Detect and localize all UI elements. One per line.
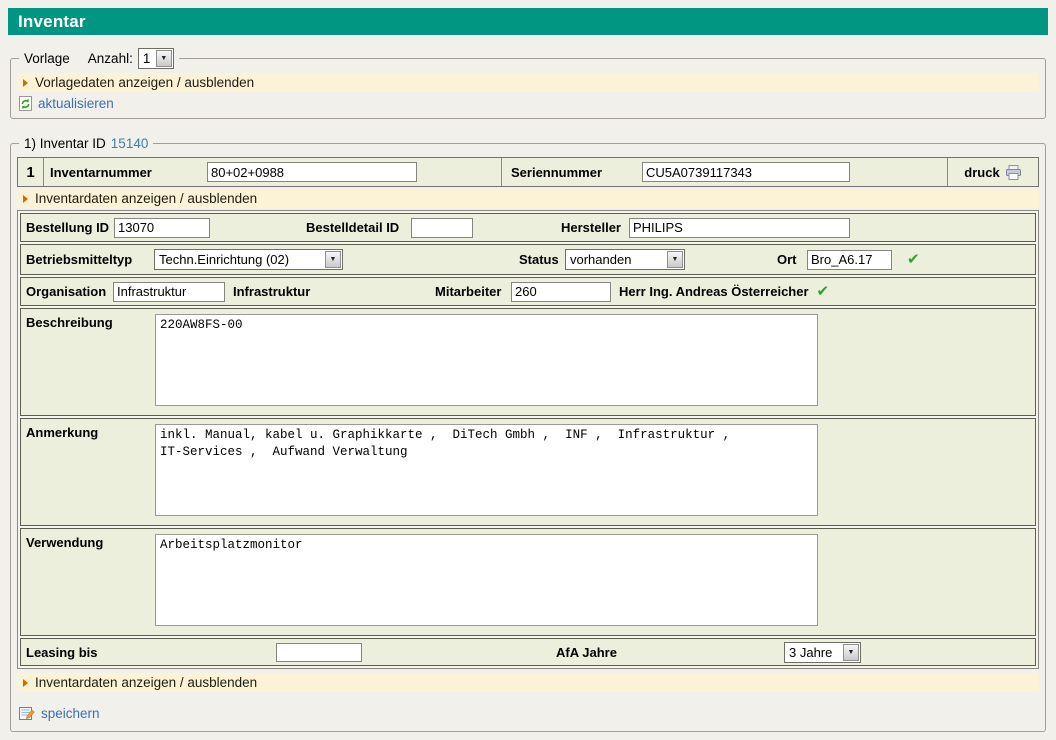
- check-icon: ✔: [907, 252, 920, 267]
- vorlage-legend-label: Vorlage: [24, 51, 70, 66]
- vorlagedaten-toggle-label: Vorlagedaten anzeigen / ausblenden: [35, 75, 254, 90]
- inventar-detail-box: Bestellung ID Bestelldetail ID Herstelle…: [17, 210, 1039, 669]
- verwendung-textarea[interactable]: Arbeitsplatzmonitor: [155, 534, 818, 626]
- inventar-legend: 1) Inventar ID 15140: [19, 136, 153, 151]
- druck-label: druck: [964, 165, 999, 180]
- inventarnummer-input[interactable]: [207, 162, 417, 182]
- inventardaten-toggle-top[interactable]: Inventardaten anzeigen / ausblenden: [17, 189, 1039, 208]
- save-icon: [19, 706, 35, 721]
- vorlagedaten-toggle[interactable]: Vorlagedaten anzeigen / ausblenden: [17, 73, 1039, 92]
- bestelldetail-id-input[interactable]: [411, 218, 473, 238]
- leasing-row: Leasing bis AfA Jahre 3 Jahre ▼: [20, 638, 1036, 666]
- refresh-icon: [19, 96, 32, 111]
- organisation-input[interactable]: [113, 282, 225, 302]
- inventar-legend-label: 1) Inventar ID: [24, 136, 106, 151]
- betriebsmitteltyp-label: Betriebsmitteltyp: [26, 252, 154, 267]
- inventardaten-toggle-bottom-label: Inventardaten anzeigen / ausblenden: [35, 675, 257, 690]
- organisation-name: Infrastruktur: [233, 284, 435, 299]
- arrow-right-icon: [23, 679, 28, 687]
- ort-label: Ort: [777, 252, 807, 267]
- anmerkung-textarea[interactable]: inkl. Manual, kabel u. Graphikkarte , Di…: [155, 424, 818, 516]
- inventar-header-row: 1 Inventarnummer Seriennummer druck: [17, 157, 1039, 187]
- beschreibung-label: Beschreibung: [26, 314, 155, 330]
- beschreibung-row: Beschreibung 220AW8FS-00: [20, 308, 1036, 416]
- row-index: 1: [18, 158, 44, 186]
- inventar-id-value: 15140: [111, 136, 149, 151]
- speichern-link[interactable]: speichern: [41, 706, 100, 721]
- chevron-down-icon: ▼: [325, 251, 341, 268]
- printer-icon: [1005, 165, 1022, 180]
- page-title: Inventar: [18, 12, 86, 31]
- verwendung-label: Verwendung: [26, 534, 155, 550]
- chevron-down-icon: ▼: [843, 644, 859, 661]
- organisation-label: Organisation: [26, 284, 113, 299]
- betriebsmitteltyp-select[interactable]: Techn.Einrichtung (02) ▼: [154, 249, 343, 270]
- aktualisieren-link[interactable]: aktualisieren: [38, 96, 114, 111]
- bestelldetail-id-label: Bestelldetail ID: [306, 220, 411, 235]
- chevron-down-icon: ▼: [156, 50, 172, 67]
- afa-jahre-label: AfA Jahre: [556, 645, 618, 660]
- anzahl-label: Anzahl:: [88, 51, 133, 66]
- anmerkung-row: Anmerkung inkl. Manual, kabel u. Graphik…: [20, 418, 1036, 526]
- seriennummer-label: Seriennummer: [511, 165, 642, 180]
- seriennummer-input[interactable]: [642, 162, 850, 182]
- mitarbeiter-name: Herr Ing. Andreas Österreicher: [619, 284, 809, 299]
- inventardaten-toggle-top-label: Inventardaten anzeigen / ausblenden: [35, 191, 257, 206]
- app-title-bar: Inventar: [8, 8, 1048, 35]
- bestellung-id-input[interactable]: [114, 218, 210, 238]
- anmerkung-label: Anmerkung: [26, 424, 155, 440]
- anzahl-select-value: 1: [143, 51, 155, 66]
- hersteller-label: Hersteller: [561, 220, 625, 235]
- inventar-fieldset: 1) Inventar ID 15140 1 Inventarnummer Ser…: [10, 136, 1046, 732]
- afa-jahre-select-value: 3 Jahre: [789, 645, 842, 660]
- ort-input[interactable]: [807, 250, 892, 270]
- status-label: Status: [519, 252, 565, 267]
- beschreibung-textarea[interactable]: 220AW8FS-00: [155, 314, 818, 406]
- betriebsmitteltyp-select-value: Techn.Einrichtung (02): [159, 252, 324, 267]
- inventardaten-toggle-bottom[interactable]: Inventardaten anzeigen / ausblenden: [17, 673, 1039, 692]
- leasing-bis-label: Leasing bis: [26, 645, 110, 660]
- arrow-right-icon: [23, 195, 28, 203]
- vorlage-fieldset: Vorlage Anzahl: 1 ▼ Vorlagedaten anzeige…: [10, 48, 1046, 119]
- page: Inventar Vorlage Anzahl: 1 ▼ Vorlagedate…: [0, 0, 1056, 740]
- check-icon: ✔: [817, 284, 830, 299]
- druck-button[interactable]: druck: [948, 158, 1038, 186]
- arrow-right-icon: [23, 79, 28, 87]
- mitarbeiter-label: Mitarbeiter: [435, 284, 511, 299]
- betriebsmitteltyp-row: Betriebsmitteltyp Techn.Einrichtung (02)…: [20, 244, 1036, 275]
- anzahl-select[interactable]: 1 ▼: [138, 48, 174, 69]
- inventarnummer-label: Inventarnummer: [50, 165, 207, 180]
- hersteller-input[interactable]: [629, 218, 850, 238]
- status-select-value: vorhanden: [570, 252, 666, 267]
- bestellung-row: Bestellung ID Bestelldetail ID Herstelle…: [20, 213, 1036, 242]
- bestellung-id-label: Bestellung ID: [26, 220, 114, 235]
- afa-jahre-select[interactable]: 3 Jahre ▼: [784, 642, 861, 663]
- vorlage-legend: Vorlage Anzahl: 1 ▼: [19, 48, 179, 69]
- mitarbeiter-input[interactable]: [511, 282, 611, 302]
- status-select[interactable]: vorhanden ▼: [565, 249, 685, 270]
- chevron-down-icon: ▼: [667, 251, 683, 268]
- leasing-bis-input[interactable]: [276, 643, 362, 662]
- organisation-row: Organisation Infrastruktur Mitarbeiter H…: [20, 277, 1036, 306]
- verwendung-row: Verwendung Arbeitsplatzmonitor: [20, 528, 1036, 636]
